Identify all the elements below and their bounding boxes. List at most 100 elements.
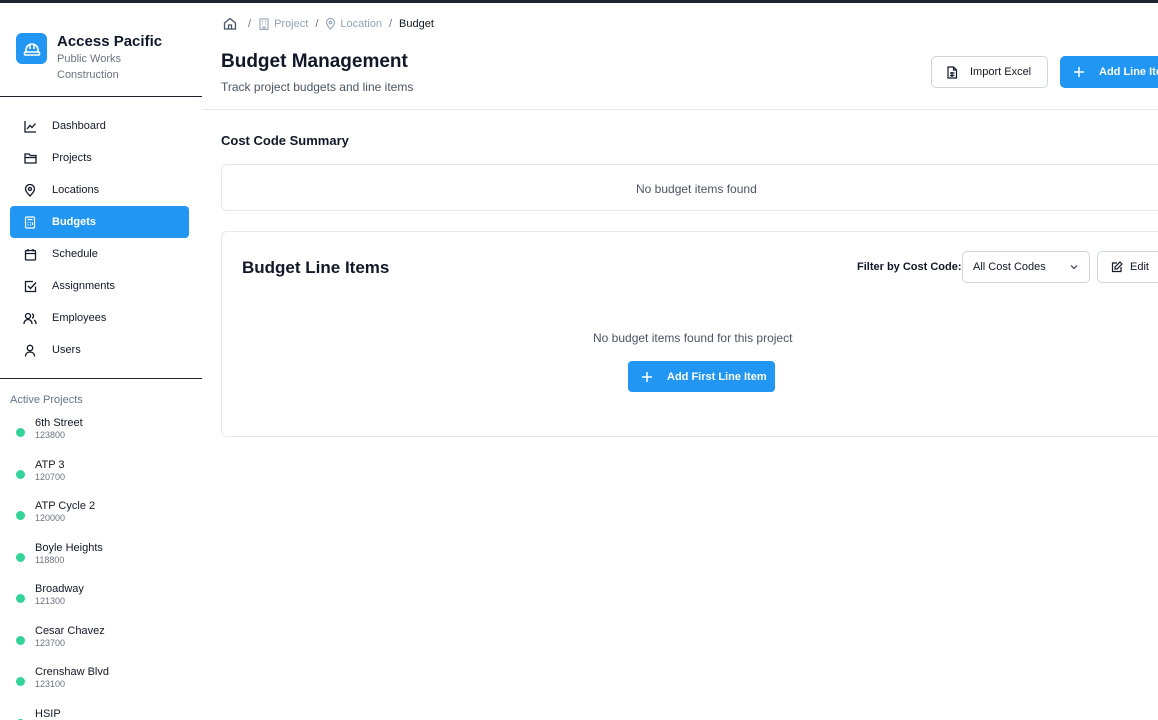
nav-item-locations[interactable]: Locations — [10, 174, 189, 206]
nav-item-assignments[interactable]: Assignments — [10, 270, 189, 302]
project-number: 123700 — [35, 637, 66, 648]
nav-label: Employees — [52, 312, 107, 324]
main-content: / Project / Location / Budget Budget Man… — [202, 3, 1158, 720]
breadcrumb-separator: / — [248, 17, 252, 30]
cost-code-filter-select[interactable]: All Cost Codes — [962, 251, 1090, 283]
project-item[interactable]: ATP 3 120700 — [0, 456, 202, 498]
brand: Access Pacific Public Works Construction — [0, 3, 202, 97]
folder-icon — [23, 151, 37, 165]
nav-label: Dashboard — [52, 120, 106, 132]
project-name: Crenshaw Blvd — [35, 666, 109, 678]
budget-line-items-card: Budget Line Items Filter by Cost Code: A… — [221, 231, 1158, 437]
page-subtitle: Track project budgets and line items — [221, 80, 414, 94]
nav-item-projects[interactable]: Projects — [10, 142, 189, 174]
budget-line-items-title: Budget Line Items — [242, 258, 390, 277]
nav-item-budgets[interactable]: Budgets — [10, 206, 189, 238]
file-spreadsheet-icon — [947, 65, 958, 79]
home-icon — [223, 17, 237, 30]
map-pin-icon — [23, 183, 37, 197]
status-dot — [16, 677, 25, 686]
calculator-icon — [23, 215, 37, 229]
map-pin-icon — [326, 17, 336, 30]
cost-code-filter-value: All Cost Codes — [973, 261, 1046, 273]
status-dot — [16, 635, 25, 645]
project-item[interactable]: 6th Street 123800 — [0, 414, 202, 456]
edit-button[interactable]: Edit — [1097, 251, 1158, 283]
project-number: 120700 — [35, 471, 66, 482]
project-item[interactable]: Boyle Heights 118800 — [0, 539, 202, 581]
add-first-line-item-button[interactable]: Add First Line Item — [628, 361, 775, 392]
plus-icon — [1074, 67, 1084, 77]
building-icon — [259, 17, 269, 30]
nav-label: Assignments — [52, 280, 115, 292]
project-name: ATP Cycle 2 — [35, 500, 96, 512]
nav-label: Users — [52, 344, 81, 356]
filter-label: Filter by Cost Code: — [857, 261, 962, 273]
plus-icon — [642, 371, 652, 382]
hard-hat-icon — [16, 33, 47, 64]
check-square-icon — [23, 279, 37, 293]
import-excel-button[interactable]: Import Excel — [931, 56, 1048, 88]
calendar-icon — [23, 247, 37, 261]
chart-line-icon — [23, 119, 37, 133]
project-name: 6th Street — [35, 417, 83, 429]
project-name: Cesar Chavez — [35, 624, 105, 637]
active-projects-title: Active Projects — [10, 394, 83, 406]
cost-code-summary-title: Cost Code Summary — [221, 133, 349, 148]
project-name: Broadway — [35, 583, 84, 595]
nav-item-users[interactable]: Users — [10, 334, 189, 366]
import-excel-label: Import Excel — [970, 66, 1032, 78]
cost-code-summary-card: No budget items found — [221, 164, 1158, 211]
status-dot — [16, 594, 25, 603]
user-icon — [23, 343, 37, 357]
breadcrumb-home[interactable] — [223, 17, 241, 30]
breadcrumb-project-label: Project — [274, 17, 309, 30]
sidebar: Access Pacific Public Works Construction… — [0, 3, 202, 720]
chevron-down-icon — [1070, 265, 1078, 270]
project-item[interactable]: Crenshaw Blvd 123100 — [0, 663, 202, 705]
page-title: Budget Management — [221, 51, 408, 72]
nav-item-dashboard[interactable]: Dashboard — [10, 110, 189, 142]
status-dot — [16, 511, 25, 520]
nav-label: Projects — [52, 152, 92, 164]
project-item[interactable]: Cesar Chavez 123700 — [0, 622, 202, 664]
nav-label: Budgets — [52, 216, 96, 228]
add-line-item-label: Add Line Item — [1099, 66, 1158, 78]
nav-label: Schedule — [52, 248, 98, 260]
add-line-item-button[interactable]: Add Line Item — [1060, 56, 1158, 88]
project-number: 120000 — [35, 513, 66, 523]
project-number: 118800 — [35, 554, 65, 565]
project-name: HSIP — [35, 707, 61, 720]
breadcrumb-location-label: Location — [340, 17, 382, 30]
breadcrumb-location[interactable]: Location — [325, 17, 382, 30]
project-number: 123800 — [35, 430, 66, 440]
nav-item-schedule[interactable]: Schedule — [10, 238, 189, 270]
breadcrumb-separator: / — [315, 17, 319, 30]
summary-empty-text: No budget items found — [636, 182, 757, 196]
project-name: ATP 3 — [35, 458, 65, 471]
breadcrumb-separator: / — [388, 17, 393, 30]
project-item[interactable]: HSIP — [0, 705, 202, 720]
project-number: 123100 — [35, 679, 66, 689]
project-item[interactable]: Broadway 121300 — [0, 580, 202, 622]
status-dot — [16, 552, 25, 562]
line-items-empty-text: No budget items found for this project — [593, 331, 793, 345]
project-name: Boyle Heights — [35, 541, 103, 554]
status-dot — [16, 428, 25, 437]
edit-icon — [1111, 261, 1123, 273]
users-icon — [23, 311, 37, 325]
nav-label: Locations — [52, 184, 100, 196]
project-item[interactable]: ATP Cycle 2 120000 — [0, 497, 202, 539]
page-header: / Project / Location / Budget Budget Man… — [202, 3, 1158, 110]
edit-label: Edit — [1130, 261, 1149, 273]
brand-name: Access Pacific — [57, 33, 163, 50]
status-dot — [16, 469, 25, 479]
breadcrumb-project[interactable]: Project — [258, 18, 308, 30]
add-first-line-item-label: Add First Line Item — [667, 370, 767, 383]
brand-subtitle: Public Works Construction — [57, 53, 121, 81]
nav-item-employees[interactable]: Employees — [10, 302, 189, 334]
main-nav: Dashboard Projects Locations Budgets Sch… — [0, 97, 202, 366]
breadcrumb-current: Budget — [399, 17, 434, 30]
breadcrumb: / Project / Location / Budget — [223, 17, 434, 30]
project-number: 121300 — [35, 596, 66, 606]
